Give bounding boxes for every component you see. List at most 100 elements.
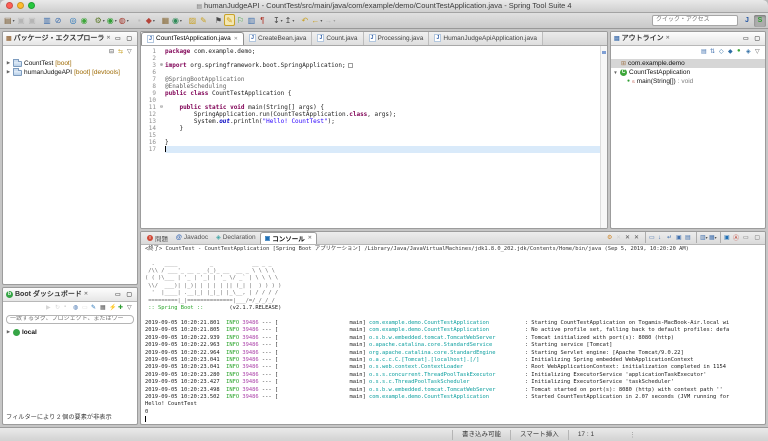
open-config-icon[interactable]: ✎ [91, 304, 99, 311]
minimize-maximize-icons[interactable]: ▭ ▢ [115, 291, 134, 298]
code-line-11[interactable]: 11⊖ public static void main(String[] arg… [141, 104, 600, 111]
console-tab-コンソール[interactable]: ▣コンソール✕ [260, 232, 317, 244]
show-properties-icon[interactable]: ▦ [100, 304, 108, 311]
perspective-spring-icon[interactable]: S [754, 15, 766, 27]
console-tab-Declaration[interactable]: ◈Declaration [212, 232, 260, 244]
outline-header[interactable]: ▤ アウトライン ✕ ▭ ▢ [611, 32, 765, 46]
last-edit-location-icon[interactable]: ↶ [299, 14, 310, 26]
close-tab-icon[interactable]: ✕ [308, 235, 312, 241]
expand-all-icon[interactable]: ▤ [701, 48, 709, 55]
previous-annotation-icon[interactable]: ↥▾ [284, 14, 296, 26]
build-automatically-icon[interactable]: ▥ [246, 14, 257, 26]
code-line-16[interactable]: 16} [141, 139, 600, 146]
folded-region-icon[interactable] [348, 63, 353, 68]
profile-icon[interactable]: ◆▾ [145, 14, 156, 26]
console-tab-Javadoc[interactable]: @Javadoc [172, 232, 212, 244]
console-output[interactable]: <終了> CountTest - CountTestApplication [S… [141, 245, 765, 424]
code-line-2[interactable]: 2 [141, 55, 600, 62]
code-line-7[interactable]: 7@SpringBootApplication [141, 76, 600, 83]
open-web-browser-icon[interactable]: ◍ [73, 304, 81, 311]
view-menu-icon[interactable]: ▽ [755, 48, 763, 55]
open-console-icon[interactable]: ▥ [42, 14, 53, 26]
perspective-java-icon[interactable]: J [741, 15, 753, 27]
boot-dashboard-header[interactable]: b Boot ダッシュボード ✕ ▭ ▢ [3, 288, 137, 302]
boot-filter-input[interactable] [6, 315, 134, 324]
ansi-console-icon[interactable]: Ⓐ [733, 233, 741, 242]
view-menu-icon[interactable]: ▽ [127, 304, 135, 311]
close-window-icon[interactable] [6, 2, 13, 9]
boot-dashboard-icon[interactable]: ◎ [68, 14, 79, 26]
hide-non-public-icon[interactable]: ● [737, 48, 745, 54]
hide-static-members-icon[interactable]: ◆ [728, 48, 736, 55]
minimize-maximize-icons[interactable]: ▭ ▢ [743, 234, 765, 241]
editor-tab-HumanJudgeApiApplication.java[interactable]: JHumanJudgeApiApplication.java [429, 32, 543, 45]
code-line-6[interactable]: 6 [141, 69, 600, 76]
code-line-8[interactable]: 8@EnableScheduling [141, 83, 600, 90]
fold-expand-icon[interactable]: ⊕ [158, 62, 165, 69]
code-editor[interactable]: 1package com.example.demo;23⊕import org.… [141, 46, 607, 228]
new-class-icon[interactable]: ◉▾ [171, 14, 183, 26]
close-view-icon[interactable]: ✕ [84, 291, 88, 297]
close-view-icon[interactable]: ✕ [666, 35, 670, 41]
outline-item-CountTestApplication[interactable]: ▼CCountTestApplication [611, 68, 765, 77]
show-when-stdout-changes-icon[interactable]: ▣ [724, 234, 732, 241]
scroll-lock-icon[interactable]: ↓ [658, 235, 666, 241]
back-icon[interactable]: ←▾ [310, 14, 323, 26]
code-line-10[interactable]: 10 [141, 97, 600, 104]
display-selected-console-icon[interactable]: ▥▾ [700, 234, 708, 241]
editor-tab-CountTestApplication.java[interactable]: JCountTestApplication.java✕ [141, 32, 244, 45]
show-standard-out-icon[interactable]: ▤ [685, 234, 693, 241]
code-line-12[interactable]: 12 SpringApplication.run(CountTestApplic… [141, 111, 600, 118]
skip-all-breakpoints-icon[interactable]: ⊘ [53, 14, 64, 26]
filter-icon[interactable]: ⚡ [109, 304, 117, 311]
minimize-window-icon[interactable] [17, 2, 24, 9]
open-console-icon[interactable]: ▦▾ [709, 234, 717, 241]
maximize-window-icon[interactable] [28, 2, 35, 9]
editor-tab-CreateBean.java[interactable]: JCreateBean.java [244, 32, 312, 45]
new-icon[interactable]: ▤▾ [3, 14, 16, 26]
debug-icon[interactable]: ⚙▾ [94, 14, 106, 26]
minimize-maximize-icons[interactable]: ▭ ▢ [115, 35, 134, 42]
console-tab-問題[interactable]: !問題 [143, 232, 172, 244]
quick-access-input[interactable] [652, 15, 738, 26]
open-task-icon[interactable]: ⚐ [235, 14, 246, 26]
next-annotation-icon[interactable]: ↧▾ [272, 14, 284, 26]
boot-target-local[interactable]: ▶local [3, 328, 137, 337]
mark-occurrences-icon[interactable]: ✎ [224, 14, 235, 26]
quick-fix-icon[interactable]: ✎ [198, 14, 209, 26]
close-view-icon[interactable]: ✕ [106, 35, 110, 41]
editor-tab-Processing.java[interactable]: JProcessing.java [364, 32, 430, 45]
project-item-CountTest[interactable]: ▶CountTest [boot] [3, 59, 137, 68]
code-line-15[interactable]: 15 [141, 132, 600, 139]
open-resource-icon[interactable]: ▨ [187, 14, 198, 26]
link-with-editor-icon[interactable]: ⇆ [118, 48, 126, 55]
hide-fields-icon[interactable]: ◇ [719, 48, 727, 55]
view-menu-icon[interactable]: ▽ [127, 48, 135, 55]
outline-item-main(String[])[interactable]: ●Smain(String[]) : void [611, 77, 765, 86]
overview-ruler[interactable] [600, 46, 607, 228]
package-explorer-header[interactable]: ▦ パッケージ・エクスプローラ ✕ ▭ ▢ [3, 32, 137, 46]
hide-local-types-icon[interactable]: ◈ [746, 48, 754, 55]
clear-console-icon[interactable]: ▭ [649, 234, 657, 241]
code-line-13[interactable]: 13 System.out.println("Hello! CountTest"… [141, 118, 600, 125]
search-icon[interactable]: ⚑ [213, 14, 224, 26]
outline-item-com.example.demo[interactable]: ⊞com.example.demo [611, 59, 765, 68]
minimize-maximize-icons[interactable]: ▭ ▢ [743, 35, 762, 42]
spring-tools-icon[interactable]: ◉ [79, 14, 90, 26]
add-icon[interactable]: ✚ [118, 304, 126, 311]
sort-icon[interactable]: ⇅ [710, 48, 718, 55]
editor-tab-Count.java[interactable]: JCount.java [312, 32, 363, 45]
code-line-3[interactable]: 3⊕import org.springframework.boot.Spring… [141, 62, 600, 69]
collapse-all-icon[interactable]: ⊟ [109, 48, 117, 55]
word-wrap-icon[interactable]: ↵ [667, 234, 675, 241]
project-item-humanJudgeAPI[interactable]: ▶humanJudgeAPI [boot] [devtools] [3, 68, 137, 77]
remove-all-terminated-icon[interactable]: ✕ [634, 234, 642, 241]
close-tab-icon[interactable]: ✕ [234, 36, 238, 42]
pin-console-icon[interactable]: ▣ [676, 234, 684, 241]
new-java-project-icon[interactable]: ▦ [160, 14, 171, 26]
annotation-marker[interactable] [602, 51, 606, 54]
show-whitespace-icon[interactable]: ¶ [257, 14, 268, 26]
fold-collapse-icon[interactable]: ⊖ [158, 104, 165, 111]
coverage-icon[interactable]: ◍▾ [118, 14, 130, 26]
code-line-9[interactable]: 9public class CountTestApplication { [141, 90, 600, 97]
